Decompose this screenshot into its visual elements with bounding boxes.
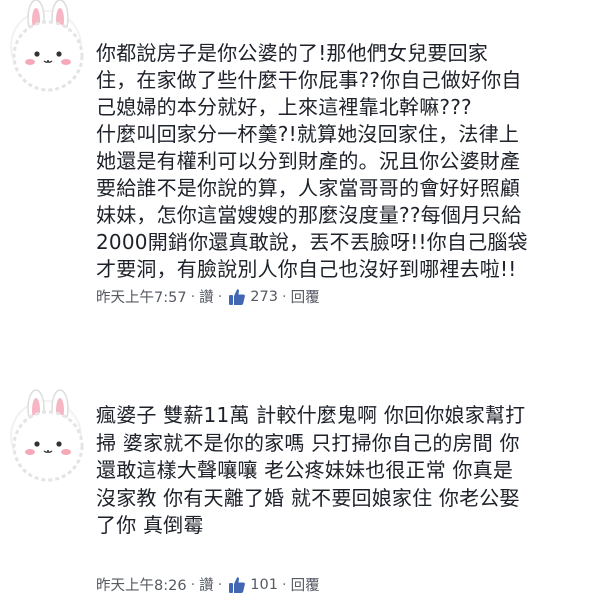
bunny-avatar-icon [12,389,84,482]
avatar[interactable] [10,0,84,92]
comment-text: 你都說房子是你公婆的了!那他們女兒要回家 住，在家做了些什麼干你屁事??你自己做… [96,41,528,281]
like-count: 101 [250,576,278,593]
separator: · [217,576,223,593]
timestamp[interactable]: 昨天上午8:26 [96,574,187,595]
reply-button[interactable]: 回覆 [291,574,320,595]
separator: · [190,288,196,305]
like-count: 273 [250,288,278,305]
separator: · [281,576,287,593]
reply-button[interactable]: 回覆 [291,286,320,307]
comment-actions: 昨天上午7:57 · 讚 · 273 · 回覆 [96,286,320,307]
bunny-avatar-icon [12,0,84,92]
avatar[interactable] [10,389,84,482]
separator: · [217,288,223,305]
comment: 瘋婆子 雙薪11萬 計較什麼鬼啊 你回你娘家幫打 掃 婆家就不是你的家嗎 只打掃… [0,386,600,602]
thumbs-up-icon[interactable] [228,576,246,594]
like-button[interactable]: 讚 [199,574,214,595]
thumbs-up-icon[interactable] [228,288,246,306]
comment-text: 瘋婆子 雙薪11萬 計較什麼鬼啊 你回你娘家幫打 掃 婆家就不是你的家嗎 只打掃… [96,403,526,537]
separator: · [190,576,196,593]
separator: · [281,288,287,305]
comment: 你都說房子是你公婆的了!那他們女兒要回家 住，在家做了些什麼干你屁事??你自己做… [0,0,600,330]
timestamp[interactable]: 昨天上午7:57 [96,286,187,307]
like-button[interactable]: 讚 [199,286,214,307]
comment-actions: 昨天上午8:26 · 讚 · 101 · 回覆 [96,574,320,595]
